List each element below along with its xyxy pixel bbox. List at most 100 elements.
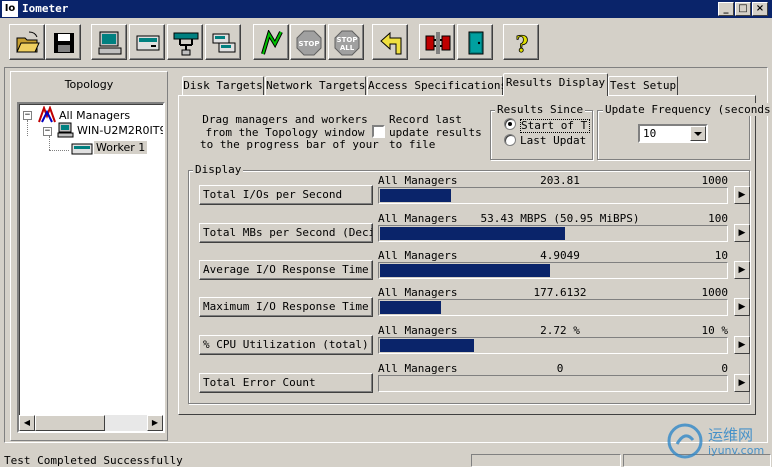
stop-all-label: STOP xyxy=(337,36,358,44)
topology-tree[interactable]: − All Managers − WIN-U2M2R0IT9I Worker 1… xyxy=(17,102,165,433)
metric-value-label: 2.72 % xyxy=(540,324,580,337)
display-title: Display xyxy=(193,163,244,176)
metric-max-label: 100 xyxy=(708,212,728,225)
metric-progress-bar xyxy=(378,299,728,316)
metric-select-button[interactable]: Total Error Count xyxy=(199,373,373,393)
title-bar[interactable]: Io Iometer _ □ × xyxy=(0,0,772,18)
about-button[interactable]: ? xyxy=(503,24,539,60)
start-new-disk-worker-button[interactable] xyxy=(129,24,165,60)
start-new-manager-button[interactable] xyxy=(91,24,127,60)
metric-max-label: 1000 xyxy=(701,174,729,187)
all-managers-icon xyxy=(38,106,56,123)
metric-arrow-button[interactable]: ▶ xyxy=(734,186,750,204)
reset-arrow-icon xyxy=(380,31,402,55)
tab-test-setup[interactable]: Test Setup xyxy=(608,76,678,95)
tab-results-display[interactable]: Results Display xyxy=(503,73,608,96)
stop-all-button[interactable]: STOP ALL xyxy=(328,24,364,60)
metric-progress-bar xyxy=(378,375,728,392)
chevron-down-icon xyxy=(694,132,702,136)
tree-item-all-managers[interactable]: All Managers xyxy=(59,109,130,122)
metric-arrow-button[interactable]: ▶ xyxy=(734,374,750,392)
app-logo-icon: Io xyxy=(2,1,18,17)
watermark-sub: iyunv.com xyxy=(708,444,765,457)
about-label: ? xyxy=(516,32,529,56)
stop-sign-icon: STOP xyxy=(296,30,322,56)
tree-item-worker[interactable]: Worker 1 xyxy=(94,141,148,154)
topology-horizontal-scrollbar[interactable]: ◀ ▶ xyxy=(19,415,163,431)
tab-access-specifications[interactable]: Access Specifications xyxy=(367,76,507,95)
network-worker-icon xyxy=(173,32,199,56)
record-last-checkbox[interactable] xyxy=(372,125,385,138)
exit-button[interactable] xyxy=(457,24,493,60)
watermark-text: 运维网 xyxy=(708,426,754,444)
metric-progress-fill xyxy=(380,339,474,352)
metric-select-button[interactable]: Total MBs per Second (Decimal) xyxy=(199,223,373,243)
close-button[interactable]: × xyxy=(752,2,768,16)
metric-max-label: 0 xyxy=(721,362,728,375)
scroll-right-button[interactable]: ▶ xyxy=(147,415,163,431)
start-of-test-label[interactable]: Start of T xyxy=(520,119,590,133)
status-text: Test Completed Successfully xyxy=(4,454,183,467)
tree-item-manager[interactable]: WIN-U2M2R0IT9I xyxy=(77,124,163,137)
metric-max-label: 10 xyxy=(714,249,728,262)
maximize-button[interactable]: □ xyxy=(735,2,751,16)
disk-worker-icon xyxy=(136,35,160,51)
duplicate-worker-button[interactable] xyxy=(205,24,241,60)
metric-value-label: 203.81 xyxy=(540,174,580,187)
radio-selected-dot xyxy=(508,122,512,126)
start-of-test-radio[interactable] xyxy=(504,118,516,130)
last-update-radio[interactable] xyxy=(504,134,516,146)
record-last-label: Record last update results to file xyxy=(389,113,482,152)
record-last-line-1: Record last xyxy=(389,113,462,126)
metric-max-label: 1000 xyxy=(701,286,729,299)
scroll-left-button[interactable]: ◀ xyxy=(19,415,35,431)
drag-hint-line-1: Drag managers and workers xyxy=(202,113,368,126)
help-question-icon: ? xyxy=(515,32,529,56)
manager-computer-icon xyxy=(57,122,74,138)
metric-scope-label: All Managers xyxy=(378,362,458,375)
minimize-button[interactable]: _ xyxy=(718,2,734,16)
update-frequency-select[interactable]: 10 xyxy=(638,124,708,143)
save-config-button[interactable] xyxy=(45,24,81,60)
status-cell-2 xyxy=(471,454,621,467)
metric-select-button[interactable]: % CPU Utilization (total) xyxy=(199,335,373,355)
metric-arrow-button[interactable]: ▶ xyxy=(734,224,750,242)
tab-disk-targets[interactable]: Disk Targets xyxy=(182,76,264,95)
open-config-button[interactable] xyxy=(9,24,45,60)
metric-progress-fill xyxy=(380,189,451,202)
metric-value-label: 53.43 MBPS (50.95 MiBPS) xyxy=(480,212,640,225)
tab-network-targets[interactable]: Network Targets xyxy=(265,76,366,95)
last-update-label[interactable]: Last Updat xyxy=(520,135,590,147)
metric-select-button[interactable]: Average I/O Response Time (ms) xyxy=(199,260,373,280)
metric-scope-label: All Managers xyxy=(378,212,458,225)
metric-arrow-button[interactable]: ▶ xyxy=(734,336,750,354)
duplicate-worker-icon xyxy=(212,33,236,53)
update-frequency-title: Update Frequency (seconds) xyxy=(603,103,772,116)
all-managers-expander[interactable]: − xyxy=(23,111,32,120)
metric-select-button[interactable]: Maximum I/O Response Time (ms) xyxy=(199,297,373,317)
stop-all-icon: STOP ALL xyxy=(334,30,360,56)
start-new-network-worker-button[interactable] xyxy=(167,24,203,60)
save-config-icon xyxy=(54,33,74,53)
metric-scope-label: All Managers xyxy=(378,174,458,187)
window-title: Iometer xyxy=(22,2,69,15)
metric-progress-fill xyxy=(380,264,550,277)
metric-arrow-button[interactable]: ▶ xyxy=(734,298,750,316)
metric-select-button[interactable]: Total I/Os per Second xyxy=(199,185,373,205)
computer-icon xyxy=(98,31,122,55)
manager-expander[interactable]: − xyxy=(43,127,52,136)
scroll-thumb[interactable] xyxy=(35,415,105,431)
stop-label: STOP xyxy=(299,40,320,48)
update-frequency-dropdown-button[interactable] xyxy=(690,126,706,141)
metric-scope-label: All Managers xyxy=(378,249,458,262)
disconnect-button[interactable] xyxy=(419,24,455,60)
start-tests-button[interactable] xyxy=(253,24,289,60)
metric-value-label: 4.9049 xyxy=(540,249,580,262)
watermark: 运维网 iyunv.com xyxy=(666,420,766,464)
metric-arrow-button[interactable]: ▶ xyxy=(734,261,750,279)
metric-progress-fill xyxy=(380,301,441,314)
reset-workers-button[interactable] xyxy=(372,24,408,60)
stop-test-button[interactable]: STOP xyxy=(290,24,326,60)
drag-hint-line-3: to the progress bar of your xyxy=(200,138,379,151)
record-last-line-3: to file xyxy=(389,138,436,151)
